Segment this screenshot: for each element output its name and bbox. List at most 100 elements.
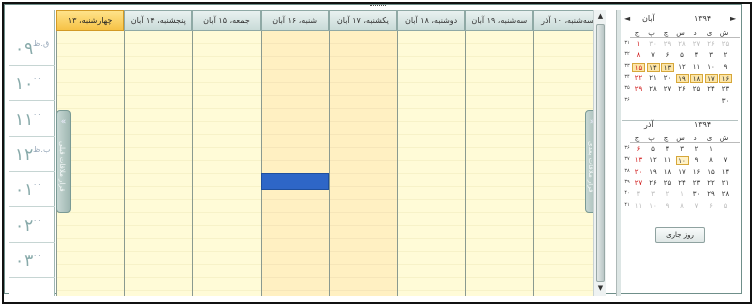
calendar-day[interactable]: ۱۴ — [719, 168, 732, 177]
calendar-day[interactable]: ۲۶ — [676, 85, 689, 94]
calendar-day[interactable]: ۶ — [661, 51, 674, 60]
today-button[interactable]: روز جاری — [655, 227, 705, 243]
calendar-day[interactable]: ۹ — [690, 156, 703, 165]
calendar-day[interactable]: ۱ — [705, 145, 718, 154]
calendar-day[interactable]: ۲ — [661, 190, 674, 199]
day-header[interactable]: جمعه، ۱۵ آبان — [192, 10, 261, 31]
calendar-day[interactable]: ۲ — [690, 145, 703, 154]
calendar-day[interactable]: ۲۵ — [690, 85, 703, 94]
calendar-day[interactable]: ۲۶ — [705, 40, 718, 49]
calendar-day[interactable]: ۲۹ — [632, 85, 645, 94]
scroll-up-icon[interactable]: ▲ — [595, 12, 606, 22]
calendar-day[interactable]: ۱۵ — [632, 62, 645, 72]
calendar-day[interactable]: ۳۰ — [647, 40, 660, 49]
calendar-day[interactable]: ۹ — [719, 63, 732, 72]
day-header[interactable]: یکشنبه، ۱۷ آبان — [328, 10, 397, 31]
day-column[interactable] — [397, 31, 466, 296]
calendar-day[interactable]: ۱۲ — [676, 63, 689, 72]
calendar-day[interactable]: ۲۲ — [632, 74, 645, 83]
calendar-day[interactable]: ۱۱ — [690, 63, 703, 72]
calendar-day[interactable]: ۳ — [647, 190, 660, 199]
calendar-day[interactable]: ۴ — [690, 51, 703, 60]
calendar-day[interactable]: ۸ — [705, 156, 718, 165]
day-header[interactable]: پنجشنبه، ۱۴ آبان — [124, 10, 193, 31]
day-column[interactable] — [124, 31, 193, 296]
calendar-day[interactable]: ۱۷ — [704, 73, 718, 83]
calendar-day[interactable]: ۴ — [661, 145, 674, 154]
day-header[interactable]: دوشنبه، ۱۸ آبان — [397, 10, 466, 31]
calendar-day[interactable]: ۳ — [676, 145, 689, 154]
calendar-day[interactable]: ۲۳ — [690, 179, 703, 188]
calendar-day[interactable]: ۱۸ — [690, 73, 703, 83]
calendar-day[interactable]: ۲۸ — [719, 190, 732, 199]
calendar-day[interactable]: ۲۲ — [705, 179, 718, 188]
calendar-day[interactable]: ۶ — [632, 145, 645, 154]
day-header[interactable]: سه‌شنبه، ۱۹ آبان — [465, 10, 534, 31]
calendar-day[interactable]: ۲ — [719, 51, 732, 60]
calendar-day[interactable] — [661, 97, 674, 106]
next-month-icon[interactable]: ► — [730, 14, 736, 23]
calendar-day[interactable] — [690, 97, 703, 106]
calendar-day[interactable]: ۱۰ — [675, 156, 689, 166]
calendar-day[interactable]: ۱۹ — [675, 73, 689, 83]
calendar-day[interactable]: ۱۰ — [647, 202, 660, 211]
calendar-day[interactable]: ۷ — [647, 51, 660, 60]
calendar-day[interactable]: ۱ — [676, 190, 689, 199]
calendar-day[interactable]: ۱۱ — [661, 156, 674, 165]
calendar-day[interactable]: ۸ — [676, 202, 689, 211]
calendar-day[interactable] — [632, 97, 645, 106]
vertical-scrollbar[interactable]: ▲ ▼ — [593, 10, 606, 296]
scroll-down-icon[interactable]: ▼ — [595, 284, 606, 294]
day-column[interactable] — [260, 31, 329, 296]
calendar-day[interactable]: ۱۱ — [632, 202, 645, 211]
calendar-day[interactable]: ۲۷ — [661, 85, 674, 94]
calendar-day[interactable]: ۷ — [719, 156, 732, 165]
calendar-day[interactable]: ۲۰ — [661, 74, 674, 83]
calendar-day[interactable]: ۶ — [705, 202, 718, 211]
calendar-day[interactable]: ۲۷ — [690, 40, 703, 49]
calendar-day[interactable]: ۲۸ — [676, 40, 689, 49]
calendar-day[interactable]: ۲۵ — [719, 40, 732, 49]
calendar-day[interactable]: ۴ — [632, 190, 645, 199]
calendar-day[interactable]: ۷ — [690, 202, 703, 211]
calendar-day[interactable]: ۸ — [632, 51, 645, 60]
calendar-day[interactable]: ۱۳ — [632, 156, 645, 165]
calendar-day[interactable]: ۵ — [676, 51, 689, 60]
calendar-day[interactable]: ۳۰ — [719, 97, 732, 106]
calendar-day[interactable]: ۱۳ — [661, 62, 674, 72]
day-header[interactable]: شنبه، ۱۶ آبان — [260, 10, 329, 31]
calendar-day[interactable]: ۵ — [719, 202, 732, 211]
day-column[interactable] — [192, 31, 261, 296]
calendar-day[interactable]: ۲۹ — [661, 40, 674, 49]
day-header[interactable]: سه‌شنبه، ۱۰ آذر — [533, 10, 602, 31]
calendar-day[interactable]: ۱ — [632, 40, 645, 49]
calendar-day[interactable]: ۱۰ — [705, 63, 718, 72]
calendar-day[interactable]: ۱۷ — [676, 168, 689, 177]
day-column[interactable] — [328, 31, 397, 296]
calendar-day[interactable] — [647, 97, 660, 106]
calendar-day[interactable]: ۱۶ — [719, 73, 732, 83]
calendar-day[interactable]: ۱۲ — [647, 156, 660, 165]
calendar-day[interactable]: ۲۰ — [632, 168, 645, 177]
calendar-day[interactable]: ۲۵ — [661, 179, 674, 188]
panel-splitter[interactable] — [616, 10, 621, 296]
calendar-day[interactable]: ۱۹ — [647, 168, 660, 177]
calendar-day[interactable]: ۱۵ — [705, 168, 718, 177]
calendar-day[interactable]: ۲۳ — [719, 85, 732, 94]
calendar-day[interactable]: ۱۸ — [661, 168, 674, 177]
calendar-day[interactable]: ۵ — [647, 145, 660, 154]
calendar-day[interactable]: ۱۴ — [646, 62, 660, 72]
calendar-day[interactable]: ۲۱ — [719, 179, 732, 188]
calendar-day[interactable] — [676, 97, 689, 106]
calendar-day[interactable]: ۲۱ — [647, 74, 660, 83]
day-column[interactable] — [465, 31, 534, 296]
calendar-day[interactable]: ۱۶ — [690, 168, 703, 177]
calendar-day[interactable]: ۹ — [661, 202, 674, 211]
scroll-thumb[interactable] — [596, 24, 605, 282]
calendar-day[interactable]: ۳۰ — [690, 190, 703, 199]
calendar-day[interactable] — [705, 97, 718, 106]
previous-month-icon[interactable]: ◄ — [624, 14, 630, 23]
calendar-day[interactable]: ۲۸ — [647, 85, 660, 94]
previous-appointment-tab[interactable]: « قرار ملاقات قبلی — [56, 110, 71, 213]
calendar-day[interactable]: ۲۹ — [705, 190, 718, 199]
